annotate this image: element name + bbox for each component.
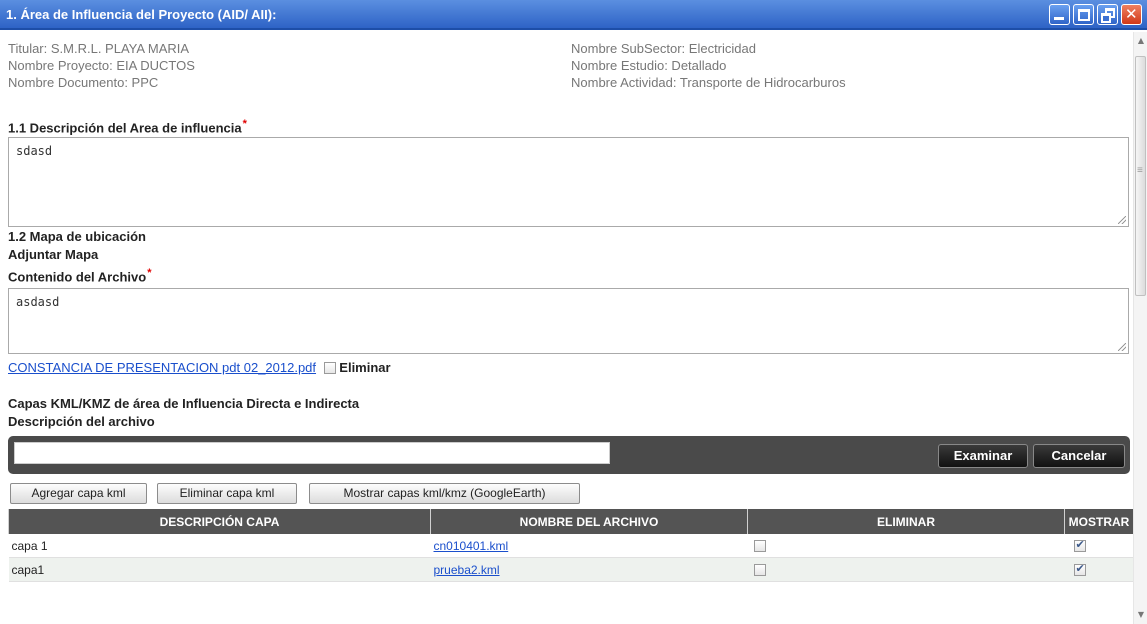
- row-mostrar-checkbox[interactable]: [1073, 538, 1086, 552]
- cell-mostrar: [1064, 534, 1134, 558]
- section-1-1-heading: 1.1 Descripción del Area de influencia*: [8, 118, 247, 135]
- contenido-archivo-textarea[interactable]: asdasd: [8, 288, 1129, 354]
- close-icon[interactable]: [1121, 4, 1142, 25]
- window-title: 1. Área de Influencia del Proyecto (AID/…: [6, 7, 277, 22]
- cell-archivo: prueba2.kml: [430, 557, 748, 582]
- descripcion-area-value: sdasd: [16, 144, 53, 158]
- row-mostrar-checkbox[interactable]: [1073, 562, 1086, 576]
- contenido-archivo-value: asdasd: [16, 295, 60, 309]
- section-1-1-heading-text: 1.1 Descripción del Area de influencia: [8, 120, 242, 136]
- resize-grip-icon[interactable]: [1118, 343, 1126, 351]
- section-1-2-heading: 1.2 Mapa de ubicación: [8, 229, 146, 244]
- meta-left: Titular: S.M.R.L. PLAYA MARIA Nombre Pro…: [8, 40, 195, 91]
- restore-icon[interactable]: [1097, 4, 1118, 25]
- table-row: capa 1 cn010401.kml: [8, 534, 1134, 558]
- required-mark: *: [147, 267, 152, 279]
- descripcion-area-textarea[interactable]: sdasd: [8, 137, 1129, 227]
- cell-descripcion: capa1: [8, 557, 431, 582]
- minimize-icon[interactable]: [1049, 4, 1070, 25]
- scroll-down-icon[interactable]: ▼: [1134, 608, 1147, 622]
- eliminar-file-label: Eliminar: [339, 360, 391, 375]
- kml-heading: Capas KML/KMZ de área de Influencia Dire…: [8, 396, 360, 411]
- cell-archivo: cn010401.kml: [430, 534, 748, 558]
- cell-eliminar: [747, 557, 1065, 582]
- column-header-archivo[interactable]: NOMBRE DEL ARCHIVO: [430, 509, 748, 534]
- cancelar-button[interactable]: Cancelar: [1033, 444, 1125, 468]
- scroll-up-icon[interactable]: ▲: [1134, 34, 1147, 48]
- examinar-button[interactable]: Examinar: [938, 444, 1028, 468]
- maximize-icon[interactable]: [1073, 4, 1094, 25]
- table-header-row: DESCRIPCIÓN CAPA NOMBRE DEL ARCHIVO ELIM…: [8, 509, 1134, 534]
- file-path-input[interactable]: [14, 442, 610, 464]
- meta-actividad: Nombre Actividad: Transporte de Hidrocar…: [571, 75, 846, 90]
- meta-documento: Nombre Documento: PPC: [8, 75, 159, 90]
- file-row: CONSTANCIA DE PRESENTACION pdt 02_2012.p…: [8, 360, 391, 375]
- meta-right: Nombre SubSector: Electricidad Nombre Es…: [571, 40, 846, 91]
- contenido-archivo-label: Contenido del Archivo: [8, 269, 147, 285]
- kml-file-link[interactable]: prueba2.kml: [434, 563, 500, 577]
- eliminar-file-checkbox[interactable]: [323, 362, 336, 374]
- capas-table: DESCRIPCIÓN CAPA NOMBRE DEL ARCHIVO ELIM…: [8, 509, 1134, 582]
- meta-estudio: Nombre Estudio: Detallado: [571, 58, 727, 73]
- row-eliminar-checkbox[interactable]: [753, 539, 766, 552]
- window-titlebar: 1. Área de Influencia del Proyecto (AID/…: [0, 0, 1147, 30]
- eliminar-capa-button[interactable]: Eliminar capa kml: [157, 483, 297, 504]
- adjuntar-mapa-label: Adjuntar Mapa: [8, 247, 99, 262]
- column-header-eliminar[interactable]: ELIMINAR: [747, 509, 1065, 534]
- upload-bar: Examinar Cancelar: [8, 436, 1130, 474]
- cell-mostrar: [1064, 557, 1134, 582]
- scroll-thumb[interactable]: [1135, 56, 1146, 296]
- meta-proyecto: Nombre Proyecto: EIA DUCTOS: [8, 58, 195, 73]
- contenido-archivo-heading: Contenido del Archivo*: [8, 267, 151, 284]
- column-header-mostrar[interactable]: MOSTRAR: [1064, 509, 1134, 534]
- row-eliminar-checkbox[interactable]: [753, 563, 766, 576]
- table-row: capa1 prueba2.kml: [8, 557, 1134, 582]
- vertical-scrollbar[interactable]: ▲ ▼: [1133, 32, 1147, 624]
- agregar-capa-button[interactable]: Agregar capa kml: [10, 483, 147, 504]
- meta-subsector: Nombre SubSector: Electricidad: [571, 41, 756, 56]
- kml-file-link[interactable]: cn010401.kml: [434, 539, 509, 553]
- mostrar-capas-button[interactable]: Mostrar capas kml/kmz (GoogleEarth): [309, 483, 580, 504]
- descripcion-archivo-label: Descripción del archivo: [8, 414, 155, 429]
- column-header-descripcion[interactable]: DESCRIPCIÓN CAPA: [8, 509, 431, 534]
- meta-titular: Titular: S.M.R.L. PLAYA MARIA: [8, 41, 190, 56]
- cell-descripcion: capa 1: [8, 534, 431, 558]
- cell-eliminar: [747, 534, 1065, 558]
- resize-grip-icon[interactable]: [1118, 216, 1126, 224]
- attached-file-link[interactable]: CONSTANCIA DE PRESENTACION pdt 02_2012.p…: [8, 360, 316, 375]
- required-mark: *: [242, 118, 247, 130]
